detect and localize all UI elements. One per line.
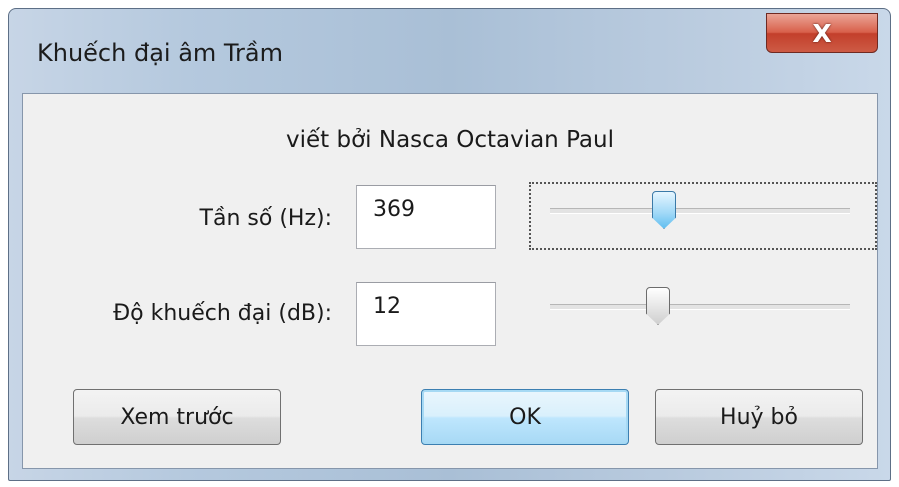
title-bar[interactable]: Khuếch đại âm Trầm X [9, 9, 890, 87]
frequency-slider-thumb[interactable] [652, 191, 676, 229]
gain-slider-thumb[interactable] [646, 287, 670, 325]
dialog-client-area: viết bởi Nasca Octavian Paul Tần số (Hz)… [22, 93, 878, 469]
preview-button[interactable]: Xem trước [73, 389, 281, 445]
cancel-button[interactable]: Huỷ bỏ [655, 389, 863, 445]
gain-label: Độ khuếch đại (dB): [113, 301, 332, 326]
gain-slider-track [550, 304, 850, 310]
ok-button[interactable]: OK [421, 389, 629, 445]
frequency-label: Tần số (Hz): [199, 206, 332, 231]
window-title: Khuếch đại âm Trầm [37, 39, 283, 67]
frequency-slider-track [550, 208, 850, 214]
close-icon: X [812, 18, 832, 48]
frequency-slider[interactable] [550, 191, 850, 231]
frequency-input[interactable]: 369 [356, 185, 496, 249]
close-button[interactable]: X [766, 13, 878, 53]
bass-boost-dialog: Khuếch đại âm Trầm X viết bởi Nasca Octa… [8, 8, 891, 481]
gain-slider[interactable] [550, 287, 850, 327]
author-credit: viết bởi Nasca Octavian Paul [286, 127, 614, 153]
gain-input[interactable]: 12 [356, 282, 496, 346]
